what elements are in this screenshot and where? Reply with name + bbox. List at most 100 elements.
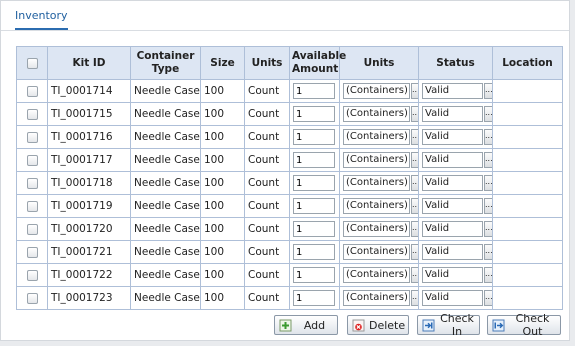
amount-units-lookup-button[interactable]: ... xyxy=(411,83,418,99)
status-select[interactable]: Valid xyxy=(422,152,483,168)
status-lookup-button[interactable]: ... xyxy=(484,129,492,145)
available-amount-input[interactable] xyxy=(293,221,335,237)
available-amount-input[interactable] xyxy=(293,152,335,168)
table-row[interactable]: TI_0001718Needle Case100Count (Containers… xyxy=(16,171,563,195)
table-row[interactable]: TI_0001714Needle Case100Count (Containers… xyxy=(16,79,563,103)
row-checkbox[interactable] xyxy=(26,246,38,258)
amount-units-lookup-button[interactable]: ... xyxy=(411,244,418,260)
status-select[interactable]: Valid xyxy=(422,290,483,306)
available-amount-input[interactable] xyxy=(293,244,335,260)
location-cell[interactable] xyxy=(492,125,563,149)
status-lookup-button[interactable]: ... xyxy=(484,106,492,122)
status-select[interactable]: Valid xyxy=(422,106,483,122)
status-select[interactable]: Valid xyxy=(422,83,483,99)
location-cell[interactable] xyxy=(492,263,563,287)
amount-units-select[interactable]: (Containers) xyxy=(343,221,410,237)
row-checkbox[interactable] xyxy=(26,223,38,235)
amount-units-lookup-button[interactable]: ... xyxy=(411,129,418,145)
amount-units-cell: (Containers)... xyxy=(339,125,419,149)
location-cell[interactable] xyxy=(492,217,563,241)
column-header-amount-units[interactable]: Units xyxy=(339,46,419,80)
amount-units-select[interactable]: (Containers) xyxy=(343,152,410,168)
select-all-checkbox[interactable] xyxy=(26,57,38,69)
amount-units-select[interactable]: (Containers) xyxy=(343,244,410,260)
status-select[interactable]: Valid xyxy=(422,267,483,283)
row-checkbox[interactable] xyxy=(26,177,38,189)
amount-units-select[interactable]: (Containers) xyxy=(343,175,410,191)
available-amount-input[interactable] xyxy=(293,83,335,99)
status-lookup-button[interactable]: ... xyxy=(484,221,492,237)
delete-button[interactable]: Delete xyxy=(347,315,409,335)
row-checkbox[interactable] xyxy=(26,154,38,166)
amount-units-lookup-button[interactable]: ... xyxy=(411,198,418,214)
table-row[interactable]: TI_0001715Needle Case100Count (Containers… xyxy=(16,102,563,126)
row-checkbox[interactable] xyxy=(26,292,38,304)
amount-units-lookup-button[interactable]: ... xyxy=(411,152,418,168)
available-amount-input[interactable] xyxy=(293,106,335,122)
column-header-container-type[interactable]: Container Type xyxy=(130,46,201,80)
size-cell: 100 xyxy=(200,240,245,264)
status-lookup-button[interactable]: ... xyxy=(484,290,492,306)
check-in-button[interactable]: Check In xyxy=(417,312,480,338)
status-lookup-button[interactable]: ... xyxy=(484,267,492,283)
check-out-button[interactable]: Check Out xyxy=(487,312,561,338)
column-header-location[interactable]: Location xyxy=(492,46,563,80)
status-select[interactable]: Valid xyxy=(422,198,483,214)
amount-units-select[interactable]: (Containers) xyxy=(343,198,410,214)
amount-units-lookup-button[interactable]: ... xyxy=(411,267,418,283)
tab-inventory[interactable]: Inventory xyxy=(15,9,68,30)
status-lookup-button[interactable]: ... xyxy=(484,175,492,191)
add-button[interactable]: Add xyxy=(274,315,338,335)
table-row[interactable]: TI_0001722Needle Case100Count (Containers… xyxy=(16,263,563,287)
status-lookup-button[interactable]: ... xyxy=(484,83,492,99)
row-checkbox[interactable] xyxy=(26,200,38,212)
column-header-size[interactable]: Size xyxy=(200,46,245,80)
location-cell[interactable] xyxy=(492,194,563,218)
amount-units-select[interactable]: (Containers) xyxy=(343,267,410,283)
amount-units-select[interactable]: (Containers) xyxy=(343,83,410,99)
amount-units-lookup-button[interactable]: ... xyxy=(411,221,418,237)
table-row[interactable]: TI_0001716Needle Case100Count (Containers… xyxy=(16,125,563,149)
location-cell[interactable] xyxy=(492,79,563,103)
column-header-status[interactable]: Status xyxy=(418,46,493,80)
column-header-available-amount[interactable]: Available Amount xyxy=(289,46,346,80)
row-checkbox[interactable] xyxy=(26,108,38,120)
container-type-cell: Needle Case xyxy=(130,217,201,241)
table-row[interactable]: TI_0001719Needle Case100Count (Containers… xyxy=(16,194,563,218)
location-cell[interactable] xyxy=(492,286,563,310)
amount-units-cell: (Containers)... xyxy=(339,286,419,310)
available-amount-input[interactable] xyxy=(293,175,335,191)
amount-units-lookup-button[interactable]: ... xyxy=(411,175,418,191)
available-amount-input[interactable] xyxy=(293,267,335,283)
column-header-kit-id[interactable]: Kit ID xyxy=(47,46,131,80)
status-select[interactable]: Valid xyxy=(422,175,483,191)
row-checkbox[interactable] xyxy=(26,131,38,143)
amount-units-select[interactable]: (Containers) xyxy=(343,129,410,145)
location-cell[interactable] xyxy=(492,171,563,195)
location-cell[interactable] xyxy=(492,102,563,126)
available-amount-input[interactable] xyxy=(293,198,335,214)
amount-units-select[interactable]: (Containers) xyxy=(343,106,410,122)
row-checkbox[interactable] xyxy=(26,269,38,281)
amount-units-lookup-button[interactable]: ... xyxy=(411,106,418,122)
row-checkbox[interactable] xyxy=(26,85,38,97)
size-cell: 100 xyxy=(200,217,245,241)
available-amount-input[interactable] xyxy=(293,290,335,306)
status-select[interactable]: Valid xyxy=(422,221,483,237)
amount-units-select[interactable]: (Containers) xyxy=(343,290,410,306)
table-row[interactable]: TI_0001720Needle Case100Count (Containers… xyxy=(16,217,563,241)
table-row[interactable]: TI_0001721Needle Case100Count (Containers… xyxy=(16,240,563,264)
table-row[interactable]: TI_0001717Needle Case100Count (Containers… xyxy=(16,148,563,172)
row-select-cell xyxy=(16,263,48,287)
status-lookup-button[interactable]: ... xyxy=(484,198,492,214)
status-lookup-button[interactable]: ... xyxy=(484,152,492,168)
available-amount-input[interactable] xyxy=(293,129,335,145)
amount-units-lookup-button[interactable]: ... xyxy=(411,290,418,306)
status-lookup-button[interactable]: ... xyxy=(484,244,492,260)
status-select[interactable]: Valid xyxy=(422,129,483,145)
location-cell[interactable] xyxy=(492,240,563,264)
location-cell[interactable] xyxy=(492,148,563,172)
column-header-units[interactable]: Units xyxy=(244,46,290,80)
table-row[interactable]: TI_0001723Needle Case100Count (Containers… xyxy=(16,286,563,310)
status-select[interactable]: Valid xyxy=(422,244,483,260)
